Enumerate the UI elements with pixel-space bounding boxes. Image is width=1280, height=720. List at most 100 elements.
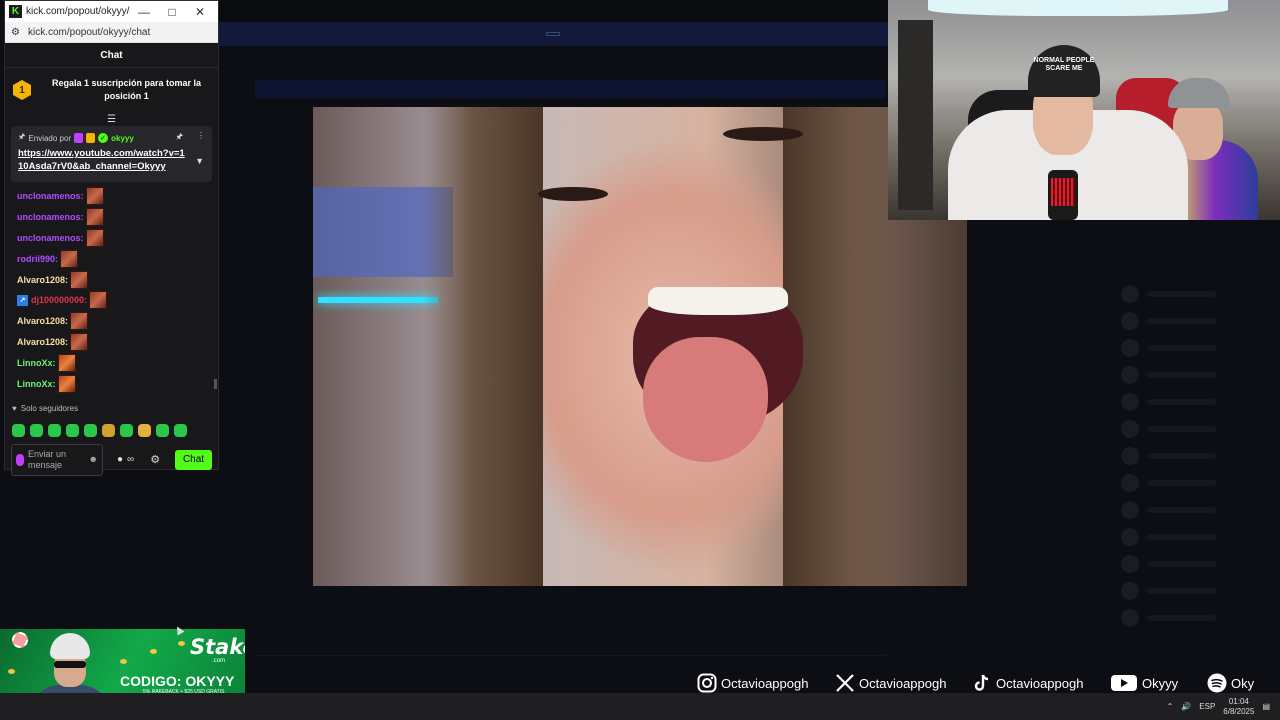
facecam-beanie: NORMAL PEOPLE SCARE ME bbox=[1028, 45, 1100, 97]
emote-icon[interactable] bbox=[174, 424, 187, 438]
chat-message: LinnoXx: bbox=[17, 352, 206, 373]
facecam-ceiling-light bbox=[928, 0, 1228, 16]
gear-icon[interactable]: ⚙ bbox=[150, 453, 160, 466]
taskbar: ⌃ 🔊 ESP 01:04 6/8/2025 ▤ bbox=[0, 693, 1280, 720]
emote-icon[interactable] bbox=[84, 424, 97, 438]
heart-icon: ♥ bbox=[12, 404, 17, 414]
emote-icon[interactable] bbox=[120, 424, 133, 438]
chat-message: Alvaro1208: bbox=[17, 269, 206, 290]
maximize-button[interactable]: □ bbox=[158, 5, 186, 19]
youtube-icon bbox=[1110, 673, 1138, 693]
mic-icon[interactable] bbox=[16, 453, 24, 466]
social-spotify: Oky bbox=[1207, 672, 1254, 694]
video-eye bbox=[538, 187, 608, 201]
kick-logo-icon: K bbox=[9, 5, 22, 18]
window-titlebar[interactable]: K kick.com/popout/okyyy/cha... — □ ✕ bbox=[5, 1, 218, 22]
minimize-button[interactable]: — bbox=[130, 5, 158, 19]
badge-icon bbox=[86, 133, 96, 143]
chevron-down-icon[interactable]: ▼ bbox=[195, 156, 204, 166]
facecam-door bbox=[898, 20, 933, 210]
site-settings-icon[interactable]: ⚙ bbox=[11, 27, 20, 38]
pin-icon: 🖈 bbox=[18, 132, 26, 141]
unpin-icon[interactable]: 🖈 bbox=[176, 131, 183, 145]
chat-username[interactable]: rodrii990: bbox=[17, 254, 58, 264]
gift-leaderboard[interactable]: 1 Regala 1 suscripción para tomar la pos… bbox=[5, 68, 218, 112]
social-handle: Okyyy bbox=[1142, 675, 1179, 691]
social-handle: Octavioappogh bbox=[859, 675, 947, 691]
coin-icon bbox=[8, 669, 15, 674]
coin-icon bbox=[178, 641, 185, 646]
expand-handle-icon[interactable]: ☰ bbox=[5, 112, 218, 126]
emote-icon[interactable] bbox=[12, 424, 25, 438]
chat-username[interactable]: LinnoXx: bbox=[17, 379, 56, 389]
emote-icon bbox=[57, 353, 76, 372]
pinned-message[interactable]: 🖈 Enviado por ✓ okyyy 🖈 ⋮ https://www.yo… bbox=[11, 126, 212, 182]
clock-time: 01:04 bbox=[1228, 696, 1249, 706]
chat-username[interactable]: unclonamenos: bbox=[17, 233, 84, 243]
chat-username[interactable]: unclonamenos: bbox=[17, 212, 84, 222]
emoji-icon[interactable]: ☻ bbox=[89, 454, 98, 465]
background-channel-header bbox=[255, 50, 885, 76]
infinity-icon[interactable]: ∞ bbox=[127, 454, 134, 465]
chat-username[interactable]: Alvaro1208: bbox=[17, 337, 68, 347]
emote-icon[interactable] bbox=[102, 424, 115, 438]
chat-scrollbar[interactable] bbox=[214, 379, 217, 389]
emote-icon[interactable] bbox=[30, 424, 43, 438]
ad-promo-code: CODIGO: OKYYY bbox=[120, 673, 235, 689]
chat-message: Alvaro1208: bbox=[17, 311, 206, 332]
chat-popout-window[interactable]: K kick.com/popout/okyyy/cha... — □ ✕ ⚙ k… bbox=[4, 0, 219, 476]
chat-message: Alvaro1208: bbox=[17, 332, 206, 353]
spotify-icon bbox=[1207, 673, 1227, 693]
social-handle: Octavioappogh bbox=[721, 675, 809, 691]
background-sidebar-row bbox=[0, 490, 245, 510]
background-sidebar-row bbox=[0, 530, 245, 550]
chat-input-placeholder: Enviar un mensaje bbox=[28, 448, 67, 470]
instagram-icon bbox=[697, 673, 717, 693]
emote-icon[interactable] bbox=[66, 424, 79, 438]
social-x: Octavioappogh bbox=[835, 672, 946, 694]
chat-username[interactable]: unclonamenos: bbox=[17, 191, 84, 201]
verified-icon: ✓ bbox=[98, 133, 109, 143]
chat-message: LinnoXx: bbox=[17, 373, 206, 394]
language-indicator[interactable]: ESP bbox=[1199, 702, 1215, 711]
pinned-link[interactable]: https://www.youtube.com/watch?v=110Asda7… bbox=[18, 147, 188, 173]
points-icon[interactable]: ● bbox=[117, 454, 123, 465]
chat-username[interactable]: dj100000000: bbox=[31, 295, 87, 305]
more-options-icon[interactable]: ⋮ bbox=[197, 131, 205, 145]
rank-badge-icon: 1 bbox=[13, 80, 31, 100]
chat-message: ↗ dj100000000: bbox=[17, 290, 206, 311]
gift-subscription-text: Regala 1 suscripción para tomar la posic… bbox=[51, 78, 202, 101]
emote-icon bbox=[85, 208, 104, 227]
streamer-facecam: NORMAL PEOPLE SCARE ME bbox=[888, 0, 1280, 220]
address-bar[interactable]: ⚙ kick.com/popout/okyyy/chat bbox=[5, 22, 218, 43]
clock[interactable]: 01:04 6/8/2025 bbox=[1223, 697, 1254, 717]
volume-icon[interactable]: 🔊 bbox=[1181, 702, 1191, 711]
notifications-icon[interactable]: ▤ bbox=[1262, 702, 1270, 711]
chat-username[interactable]: Alvaro1208: bbox=[17, 275, 68, 285]
close-button[interactable]: ✕ bbox=[186, 5, 214, 19]
chat-messages: unclonamenos: unclonamenos: unclonamenos: r… bbox=[5, 182, 218, 394]
chat-username[interactable]: LinnoXx: bbox=[17, 358, 56, 368]
emote-icon[interactable] bbox=[138, 424, 151, 438]
chat-input-row: Enviar un mensaje ☻ ● ∞ ⚙ Chat bbox=[5, 443, 218, 476]
video-eye bbox=[723, 127, 803, 141]
badge-icon bbox=[74, 133, 84, 143]
emote-icon bbox=[70, 270, 89, 289]
emote-icon bbox=[89, 291, 108, 310]
background-sidebar-row bbox=[0, 570, 245, 590]
chat-message-input[interactable]: Enviar un mensaje ☻ bbox=[11, 443, 103, 476]
background-sidebar bbox=[0, 470, 245, 630]
emote-icon[interactable] bbox=[48, 424, 61, 438]
video-tongue bbox=[643, 337, 768, 462]
quick-emote-bar[interactable] bbox=[5, 420, 218, 442]
send-chat-button[interactable]: Chat bbox=[175, 449, 212, 470]
background-sidebar-row bbox=[0, 510, 245, 530]
emote-icon[interactable] bbox=[156, 424, 169, 438]
video-hair-left bbox=[423, 107, 543, 586]
chat-message: unclonamenos: bbox=[17, 207, 206, 228]
chat-message: unclonamenos: bbox=[17, 186, 206, 207]
emote-icon bbox=[57, 374, 76, 393]
chevron-up-icon[interactable]: ⌃ bbox=[1167, 702, 1174, 711]
background-sidebar-row bbox=[0, 590, 245, 610]
chat-username[interactable]: Alvaro1208: bbox=[17, 316, 68, 326]
